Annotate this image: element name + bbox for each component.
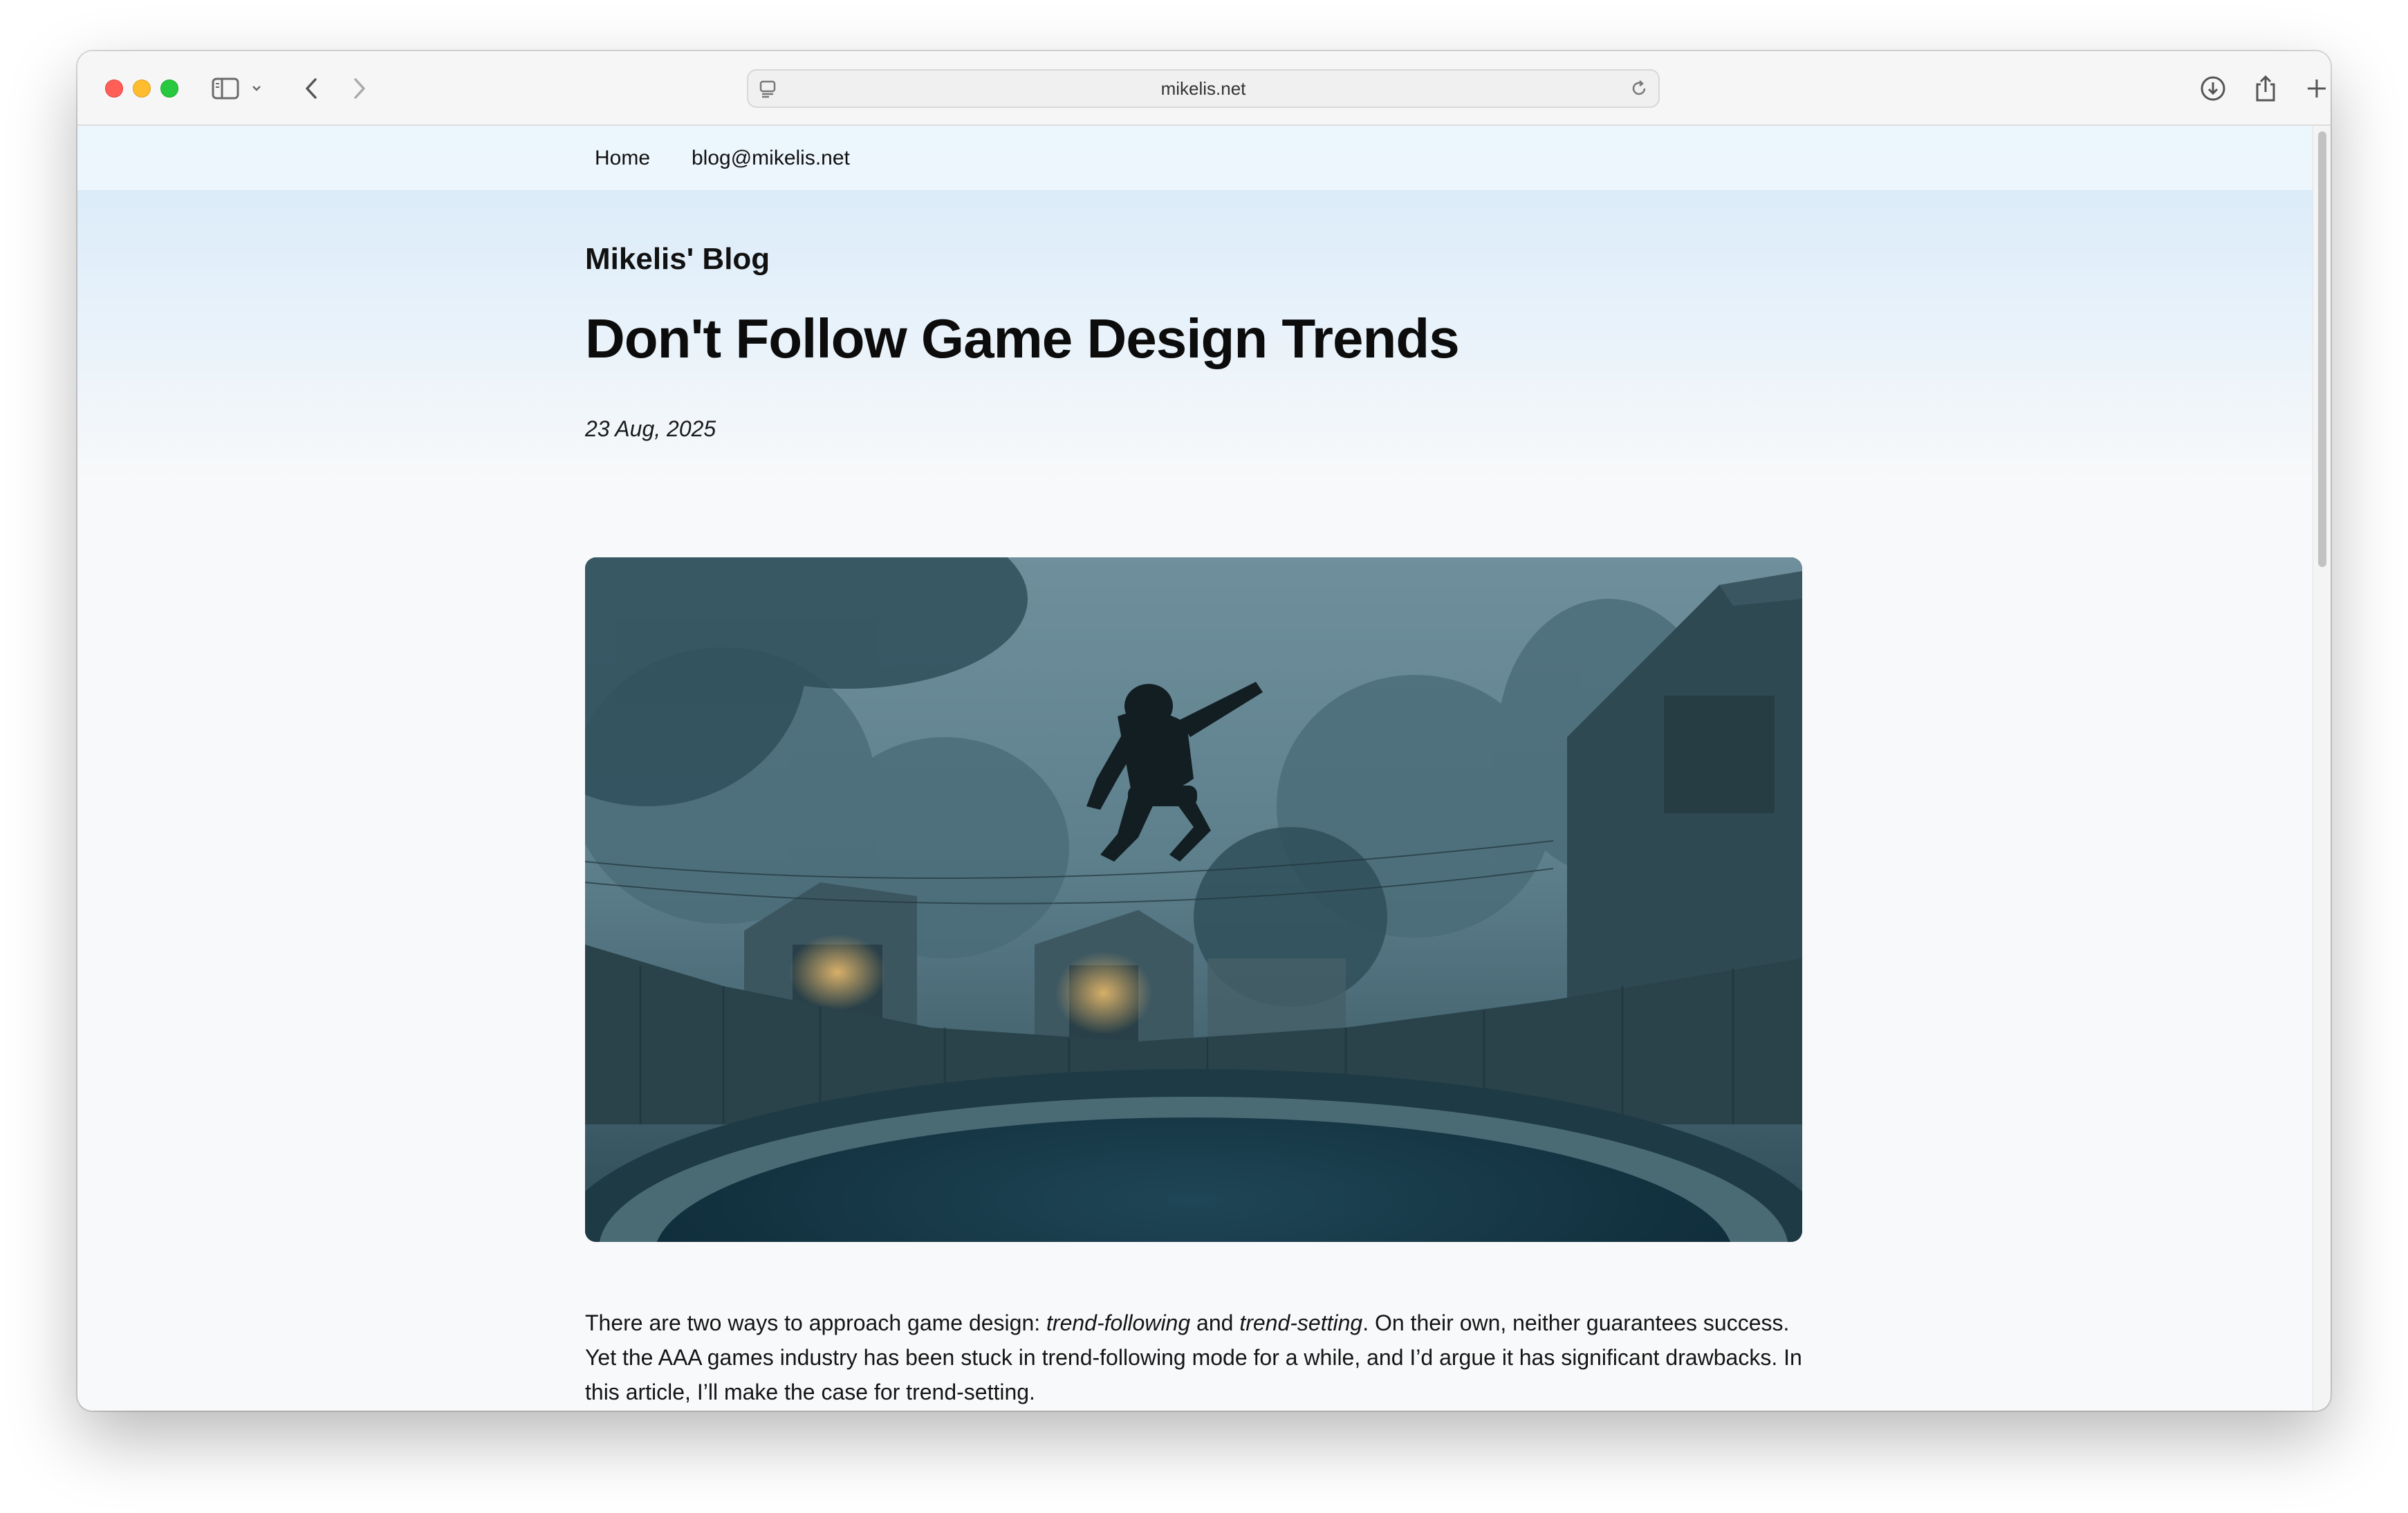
article-intro-paragraph: There are two ways to approach game desi… <box>585 1306 1802 1409</box>
zoom-window-button[interactable] <box>160 80 178 98</box>
back-icon[interactable] <box>295 72 328 105</box>
forward-icon[interactable] <box>343 72 376 105</box>
emphasis-trend-setting: trend-setting <box>1239 1310 1363 1335</box>
site-nav: Home blog@mikelis.net <box>77 126 2313 191</box>
vertical-scrollbar[interactable] <box>2313 126 2331 1411</box>
emphasis-trend-following: trend-following <box>1046 1310 1191 1335</box>
blog-name[interactable]: Mikelis' Blog <box>585 242 770 277</box>
hero-image <box>585 557 1802 1242</box>
download-icon[interactable] <box>2196 72 2230 105</box>
share-icon[interactable] <box>2249 72 2282 105</box>
browser-toolbar: mikelis.net <box>77 51 2331 126</box>
nav-home-link[interactable]: Home <box>595 126 650 191</box>
close-window-button[interactable] <box>105 80 123 98</box>
sidebar-icon[interactable] <box>209 72 242 105</box>
paragraph-text-1: There are two ways to approach game desi… <box>585 1310 1047 1335</box>
address-bar[interactable]: mikelis.net <box>747 69 1660 108</box>
reload-icon[interactable] <box>1629 79 1649 98</box>
paragraph-text-2: and <box>1190 1310 1240 1335</box>
new-tab-icon[interactable] <box>2300 72 2331 105</box>
nav-email-link[interactable]: blog@mikelis.net <box>692 126 850 191</box>
minimize-window-button[interactable] <box>133 80 151 98</box>
post-title: Don't Follow Game Design Trends <box>585 308 1460 369</box>
post-date: 23 Aug, 2025 <box>585 416 716 441</box>
browser-window: mikelis.net Home blog@mikelis.net Mikeli… <box>77 51 2331 1411</box>
scroll-thumb[interactable] <box>2318 131 2326 567</box>
url-text[interactable]: mikelis.net <box>748 71 1658 106</box>
chevron-down-icon[interactable] <box>248 72 265 105</box>
page-viewport: Home blog@mikelis.net Mikelis' Blog Don'… <box>77 126 2313 1411</box>
